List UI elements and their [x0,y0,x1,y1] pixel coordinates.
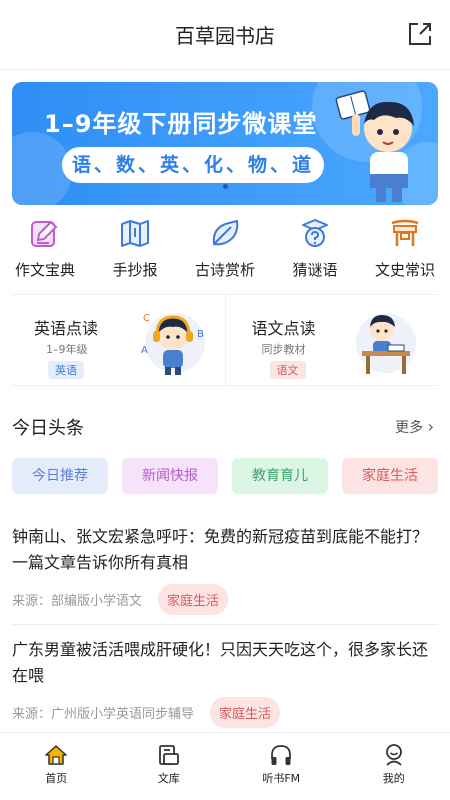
article-tag: 家庭生活 [210,696,281,728]
divider [12,624,438,625]
banner-subjects: 语、数、英、化、物、道 [62,147,324,183]
page-title: 百草园书店 [175,24,275,48]
banner-title: 1–9年级下册同步微课堂 [44,110,318,138]
svg-text:C: C [143,313,150,324]
svg-text:B: B [197,329,204,340]
nav-profile[interactable]: 我的 [338,733,450,800]
app-header: 百草园书店 [0,0,450,70]
english-reading-card[interactable]: 英语点读 1–9年级 英语 C A B [12,295,225,385]
quick-item-essay[interactable]: 作文宝典 [0,215,90,287]
map-book-icon [121,220,149,247]
tab-parenting[interactable]: 教育育儿 [232,458,328,494]
quick-item-handwritten-paper[interactable]: 手抄报 [90,215,180,287]
quick-item-riddles[interactable]: 猜谜语 [270,215,360,287]
profile-icon [385,744,402,766]
library-icon [158,745,179,765]
card-title: 语文点读 [251,319,316,338]
quick-item-poetry[interactable]: 古诗赏析 [180,215,270,287]
quick-menu: 作文宝典 手抄报 古诗赏析 猜谜语 文史常识 [0,215,450,287]
tab-family-life[interactable]: 家庭生活 [342,458,438,494]
article-source: 来源：广州版小学英语同步辅导 [12,706,195,722]
section-title: 今日头条 [12,418,84,439]
nav-home[interactable]: 首页 [0,733,113,800]
article-item[interactable]: 广东男童被活活喂成肝硬化！只因天天吃这个，很多家长还在喂 来源：广州版小学英语同… [12,637,438,728]
leaf-icon [212,219,239,246]
nav-label: 听书FM [262,772,301,785]
card-tag: 英语 [48,361,84,379]
boy-desk-illustration [356,313,416,374]
article-title: 钟南山、张文宏紧急呼吁：免费的新冠疫苗到底能不能打？一篇文章告诉你所有真相 [12,527,429,572]
card-tag: 语文 [269,361,306,379]
home-icon [45,745,67,765]
category-tabs: 今日推荐 新闻快报 教育育儿 家庭生活 [12,458,438,494]
article-item[interactable]: 钟南山、张文宏紧急呼吁：免费的新冠疫苗到底能不能打？一篇文章告诉你所有真相 来源… [12,524,438,615]
article-source: 来源：部编版小学语文 [12,593,143,609]
card-subtitle: 同步教材 [261,343,306,356]
headphones-icon [271,745,292,765]
nav-label: 文库 [157,772,180,785]
nav-library[interactable]: 文库 [113,733,226,800]
card-title: 英语点读 [34,319,99,338]
carousel-indicator [223,184,228,189]
tab-recommend[interactable]: 今日推荐 [12,458,108,494]
bottom-nav: 首页 文库 听书FM 我的 [0,732,450,800]
share-icon[interactable] [406,20,434,48]
more-label: 更多 [395,420,424,436]
quick-item-label: 文史常识 [374,261,435,279]
question-cap-icon [302,219,328,247]
nav-label: 我的 [382,772,405,785]
quick-item-culture-history[interactable]: 文史常识 [360,215,450,287]
boy-reading-illustration [335,90,414,202]
quick-item-label: 手抄报 [112,261,158,279]
chevron-right-icon: › [427,417,434,436]
nav-audiobook-fm[interactable]: 听书FM [225,733,338,800]
pen-edit-icon [31,220,58,247]
tab-news[interactable]: 新闻快报 [122,458,218,494]
quick-item-label: 猜谜语 [292,261,338,279]
article-tag: 家庭生活 [158,583,229,615]
article-title: 广东男童被活活喂成肝硬化！只因天天吃这个，很多家长还在喂 [12,640,429,685]
nav-label: 首页 [45,772,68,785]
quick-item-label: 古诗赏析 [194,261,255,279]
reading-cards: 英语点读 1–9年级 英语 C A B 语文点读 同步教材 语文 [12,294,438,386]
svg-text:A: A [141,345,148,356]
card-subtitle: 1–9年级 [46,343,88,356]
chinese-reading-card[interactable]: 语文点读 同步教材 语文 [224,295,439,385]
quick-item-label: 作文宝典 [14,261,75,279]
boy-headphones-illustration: C A B [141,313,205,375]
ancient-gate-icon [391,219,419,246]
more-link[interactable]: 更多 › [395,417,434,437]
